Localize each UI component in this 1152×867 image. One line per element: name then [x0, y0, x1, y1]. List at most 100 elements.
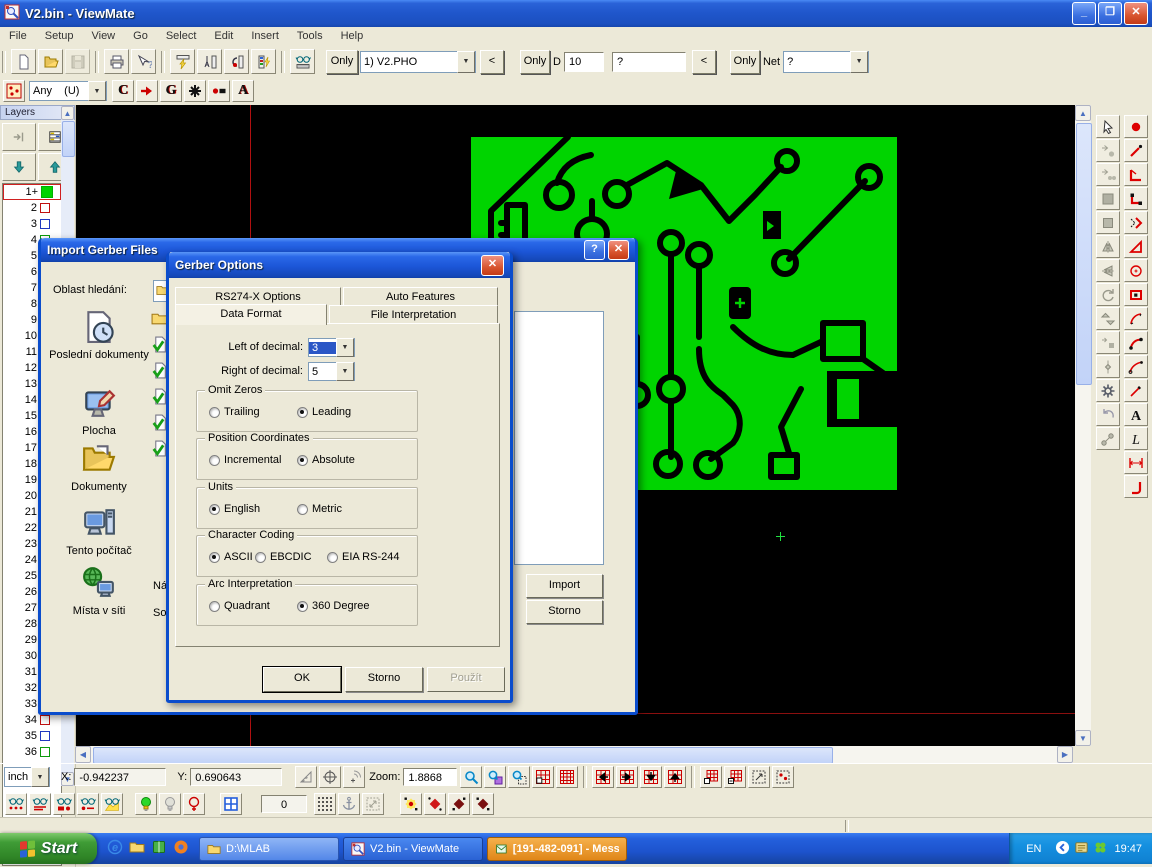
right-of-decimal-combo[interactable]: 5 ▼ [308, 362, 355, 381]
menu-view[interactable]: View [82, 28, 124, 44]
triangle-button[interactable] [1124, 235, 1148, 258]
swap-corners-button[interactable] [1096, 307, 1120, 330]
text-l-button[interactable]: L [1124, 427, 1148, 450]
glasses-lines-button[interactable] [29, 793, 51, 815]
radio-button[interactable] [209, 552, 220, 563]
ie-shortcut[interactable]: e [107, 839, 123, 858]
chevron-down-icon[interactable]: ▼ [88, 81, 106, 101]
dcode-input[interactable]: 10 [564, 52, 604, 72]
radio-eia-rs-244[interactable]: EIA RS-244 [327, 551, 399, 563]
minimize-button[interactable]: _ [1072, 2, 1096, 25]
align-points-button[interactable] [1096, 355, 1120, 378]
flash-square-button[interactable] [1096, 187, 1120, 210]
glasses-dotline-button[interactable] [77, 793, 99, 815]
red-arrow-button[interactable] [136, 80, 158, 102]
bulb-red-button[interactable] [183, 793, 205, 815]
glasses-dots-button[interactable] [5, 793, 27, 815]
apply-button[interactable]: Použít [427, 667, 505, 692]
radio-button[interactable] [297, 601, 308, 612]
task-button[interactable]: D:\MLAB [199, 837, 339, 861]
radio-english[interactable]: English [209, 503, 260, 515]
tab-data-format[interactable]: Data Format [175, 304, 327, 325]
dcode-filter-input[interactable]: ? [612, 52, 686, 72]
units-combo[interactable]: inch ▼ [4, 767, 50, 787]
vee-dotted-button[interactable] [1124, 211, 1148, 234]
red-swap-button[interactable] [208, 80, 230, 102]
radio-button[interactable] [297, 455, 308, 466]
radio-incremental[interactable]: Incremental [209, 454, 281, 466]
scrollbar-thumb[interactable] [1076, 123, 1092, 385]
tab-auto-features[interactable]: Auto Features [343, 287, 498, 305]
glasses-pads-button[interactable] [53, 793, 75, 815]
layer-color-swatch[interactable] [40, 731, 50, 741]
film-dcode-button[interactable] [224, 49, 249, 74]
layer-color-swatch[interactable] [41, 186, 53, 198]
grid-dense-button[interactable] [556, 766, 578, 788]
corner-j-button[interactable] [1124, 475, 1148, 498]
radio-metric[interactable]: Metric [297, 503, 342, 515]
new-file-button[interactable] [11, 49, 36, 74]
target-button[interactable] [319, 766, 341, 788]
radio-button[interactable] [209, 407, 220, 418]
bezier-pen-button[interactable] [1124, 355, 1148, 378]
zoom-value[interactable]: 1.8868 [403, 768, 457, 786]
radio-button[interactable] [297, 407, 308, 418]
radio-360-degree[interactable]: 360 Degree [297, 600, 370, 612]
stretch-button[interactable] [748, 766, 770, 788]
layer-color-swatch[interactable] [40, 715, 50, 725]
book-shortcut[interactable] [151, 839, 167, 858]
menu-help[interactable]: Help [332, 28, 373, 44]
scroll-down-icon[interactable]: ▼ [1075, 730, 1091, 746]
tab-rs274x[interactable]: RS274-X Options [175, 287, 341, 305]
rect-pad-button[interactable] [1124, 283, 1148, 306]
menu-edit[interactable]: Edit [205, 28, 242, 44]
layer-row[interactable]: 1+ [3, 184, 61, 200]
corner-pads-button[interactable] [1124, 187, 1148, 210]
tab-file-interpretation[interactable]: File Interpretation [329, 305, 498, 324]
chevron-down-icon[interactable]: ▼ [31, 767, 49, 787]
horizontal-scrollbar[interactable]: ◀ ▶ [75, 746, 1073, 763]
print-button[interactable] [104, 49, 129, 74]
net-combo[interactable]: ? ▼ [783, 51, 869, 73]
only-dcode-button[interactable]: Only [520, 50, 550, 74]
open-file-button[interactable] [38, 49, 63, 74]
diamond-dark-button[interactable] [448, 793, 470, 815]
notes-icon[interactable] [1074, 840, 1089, 858]
layer-row[interactable]: 2 [3, 200, 61, 216]
merge-nodes-button[interactable] [1096, 427, 1120, 450]
dimension-h-button[interactable] [1124, 451, 1148, 474]
prev-layer-button[interactable]: < [480, 50, 504, 74]
place-plocha[interactable]: Plocha [49, 386, 149, 438]
scroll-left-icon[interactable]: ◀ [75, 746, 91, 763]
layer-row[interactable]: 35 [3, 728, 61, 744]
zoom-window-button[interactable] [484, 766, 506, 788]
selection-filter-button[interactable] [3, 80, 25, 102]
scrollbar-thumb[interactable] [93, 747, 833, 764]
scrollbar-thumb[interactable] [62, 121, 75, 157]
measure-glasses-button[interactable] [290, 49, 315, 74]
glasses-yellow-button[interactable] [101, 793, 123, 815]
prev-net-button[interactable]: < [692, 50, 716, 74]
select-a-button[interactable]: A [232, 80, 254, 102]
radio-button[interactable] [297, 504, 308, 515]
film-pins-button[interactable] [197, 49, 222, 74]
settings-gear-button[interactable] [1096, 379, 1120, 402]
selection-type-combo[interactable]: Any (U) ▼ [29, 81, 107, 101]
line-45-button[interactable] [1124, 139, 1148, 162]
circle-center-button[interactable] [1124, 259, 1148, 282]
radio-button[interactable] [209, 504, 220, 515]
grid-dd-button[interactable] [532, 766, 554, 788]
pan-right-button[interactable] [616, 766, 638, 788]
radio-button[interactable] [209, 455, 220, 466]
layer-color-swatch[interactable] [40, 203, 50, 213]
menu-file[interactable]: File [0, 28, 36, 44]
radio-absolute[interactable]: Absolute [297, 454, 355, 466]
task-button[interactable]: [191-482-091] - Mess... [487, 837, 627, 861]
layer-color-swatch[interactable] [40, 747, 50, 757]
move-pad-button[interactable] [1096, 331, 1120, 354]
cancel-button[interactable]: Storno [526, 600, 603, 624]
menu-select[interactable]: Select [157, 28, 206, 44]
flash-square-2-button[interactable] [1096, 211, 1120, 234]
radio-leading[interactable]: Leading [297, 406, 351, 418]
radio-button[interactable] [255, 552, 266, 563]
